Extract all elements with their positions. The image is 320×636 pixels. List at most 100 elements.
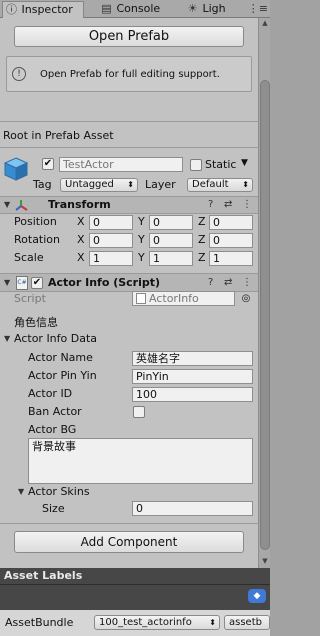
tab-inspector[interactable]: ⓘ Inspector [2,1,84,18]
actor-bg-label: Actor BG [28,423,77,436]
scale-x-field[interactable]: 1 [89,251,133,266]
divider [0,523,258,524]
axis-y-label[interactable]: Y [138,215,145,229]
help-box-text: Open Prefab for full editing support. [40,69,220,80]
layer-label: Layer [145,178,176,191]
foldout-arrow-icon[interactable]: ▼ [18,487,24,496]
transform-row-label: Rotation [14,233,61,246]
static-dropdown-icon[interactable]: ▼ [241,158,248,168]
rotation-x-field[interactable]: 0 [89,233,133,248]
static-checkbox[interactable] [190,159,202,171]
position-y-field[interactable]: 0 [149,215,193,230]
console-icon: ▤ [101,2,112,15]
assetbundle-value: 100_test_actorinfo [99,617,192,628]
axis-y-label[interactable]: Y [138,251,145,265]
layer-value: Default [192,179,229,190]
tab-bar: ⓘ Inspector ▤ Console ☀ Ligh ⋮≡ [0,0,270,18]
actor-info-data-foldout[interactable]: Actor Info Data [14,332,97,346]
scroll-up-icon[interactable]: ▲ [260,18,270,28]
tab-label: Console [116,2,161,15]
tab-lighting[interactable]: ☀ Ligh [184,1,240,18]
transform-header[interactable]: ▼ Transform ? ⇄ ⋮ [0,196,258,214]
divider [0,147,258,148]
more-options-icon[interactable]: ⋮ [242,277,252,288]
help-icon[interactable]: ? [208,199,213,210]
tag-dropdown[interactable]: Untagged ⬍ [60,178,138,192]
asset-labels-panel: Asset Labels ◆ AssetBundle 100_test_acto… [0,568,270,636]
tab-label: Ligh [202,2,226,15]
rotation-z-field[interactable]: 0 [209,233,253,248]
light-icon: ☀ [187,2,198,15]
info-icon: ! [12,67,26,81]
foldout-arrow-icon[interactable]: ▼ [4,278,10,287]
inspector-scrollbar[interactable]: ▲ ▼ [258,18,270,568]
tab-label: Inspector [21,3,73,16]
active-checkbox[interactable]: ✔ [42,158,54,170]
divider [0,584,270,585]
foldout-arrow-icon[interactable]: ▼ [4,334,10,343]
asset-labels-title: Asset Labels [4,569,83,582]
rotation-y-field[interactable]: 0 [149,233,193,248]
assetbundle-variant-value: assetb [229,617,262,628]
label-tag-icon[interactable]: ◆ [248,589,266,603]
field-label: Actor ID [28,387,73,400]
actor-id-field[interactable]: 100 [132,387,253,402]
assetbundle-name-dropdown[interactable]: 100_test_actorinfo ⬍ [94,615,220,630]
dropdown-arrow-icon: ⬍ [242,180,249,189]
object-picker-icon[interactable]: ◎ [240,291,252,306]
gameobject-name-field[interactable]: TestActor [59,157,183,172]
transform-icon [15,200,28,211]
info-icon: ⓘ [6,3,17,16]
actor-name-field[interactable]: 英雄名字 [132,351,253,366]
divider [0,121,258,122]
preset-icon[interactable]: ⇄ [224,199,232,210]
actor-bg-textarea[interactable]: 背景故事 [28,438,253,484]
axis-x-label[interactable]: X [77,233,85,247]
ban-actor-checkbox[interactable] [133,406,145,418]
actor-info-header[interactable]: ▼ C# ✔ Actor Info (Script) ? ⇄ ⋮ [0,273,258,292]
scale-z-field[interactable]: 1 [209,251,253,266]
assetbundle-variant-dropdown[interactable]: assetb [224,615,270,630]
position-x-field[interactable]: 0 [89,215,133,230]
actor-skins-foldout[interactable]: Actor Skins [28,485,90,499]
assetbundle-label: AssetBundle [5,616,74,629]
more-options-icon[interactable]: ⋮ [242,199,252,210]
axis-x-label[interactable]: X [77,215,85,229]
tab-console[interactable]: ▤ Console [98,1,174,18]
header-label: 角色信息 [14,316,58,329]
preset-icon[interactable]: ⇄ [224,277,232,288]
dropdown-arrow-icon: ⬍ [209,618,216,627]
help-box: ! Open Prefab for full editing support. [6,56,252,92]
field-label: Actor Pin Yin [28,369,97,382]
open-prefab-button[interactable]: Open Prefab [14,26,244,47]
axis-z-label[interactable]: Z [198,251,206,265]
axis-z-label[interactable]: Z [198,215,206,229]
axis-z-label[interactable]: Z [198,233,206,247]
size-label: Size [42,502,65,515]
assetbundle-row: AssetBundle 100_test_actorinfo ⬍ assetb [0,610,270,636]
script-value: ActorInfo [149,292,199,305]
tab-menu-icon[interactable]: ⋮≡ [242,1,268,17]
component-enabled-checkbox[interactable]: ✔ [31,277,43,289]
scale-y-field[interactable]: 1 [149,251,193,266]
add-component-button[interactable]: Add Component [14,531,244,553]
axis-x-label[interactable]: X [77,251,85,265]
transform-row-label: Position [14,215,57,228]
component-title: Actor Info (Script) [48,276,161,289]
position-z-field[interactable]: 0 [209,215,253,230]
foldout-arrow-icon[interactable]: ▼ [4,200,10,209]
skins-size-field[interactable]: 0 [132,501,253,516]
script-object-field[interactable]: ActorInfo [132,291,235,306]
scrollbar-thumb[interactable] [260,80,270,550]
help-icon[interactable]: ? [208,277,213,288]
static-label: Static [205,158,237,171]
scroll-down-icon[interactable]: ▼ [260,556,270,566]
tag-value: Untagged [65,179,114,190]
dropdown-arrow-icon: ⬍ [127,180,134,189]
actor-pinyin-field[interactable]: PinYin [132,369,253,384]
root-in-prefab-label: Root in Prefab Asset [3,129,114,142]
layer-dropdown[interactable]: Default ⬍ [187,178,253,192]
axis-y-label[interactable]: Y [138,233,145,247]
transform-row-label: Scale [14,251,44,264]
script-file-icon [136,293,146,304]
